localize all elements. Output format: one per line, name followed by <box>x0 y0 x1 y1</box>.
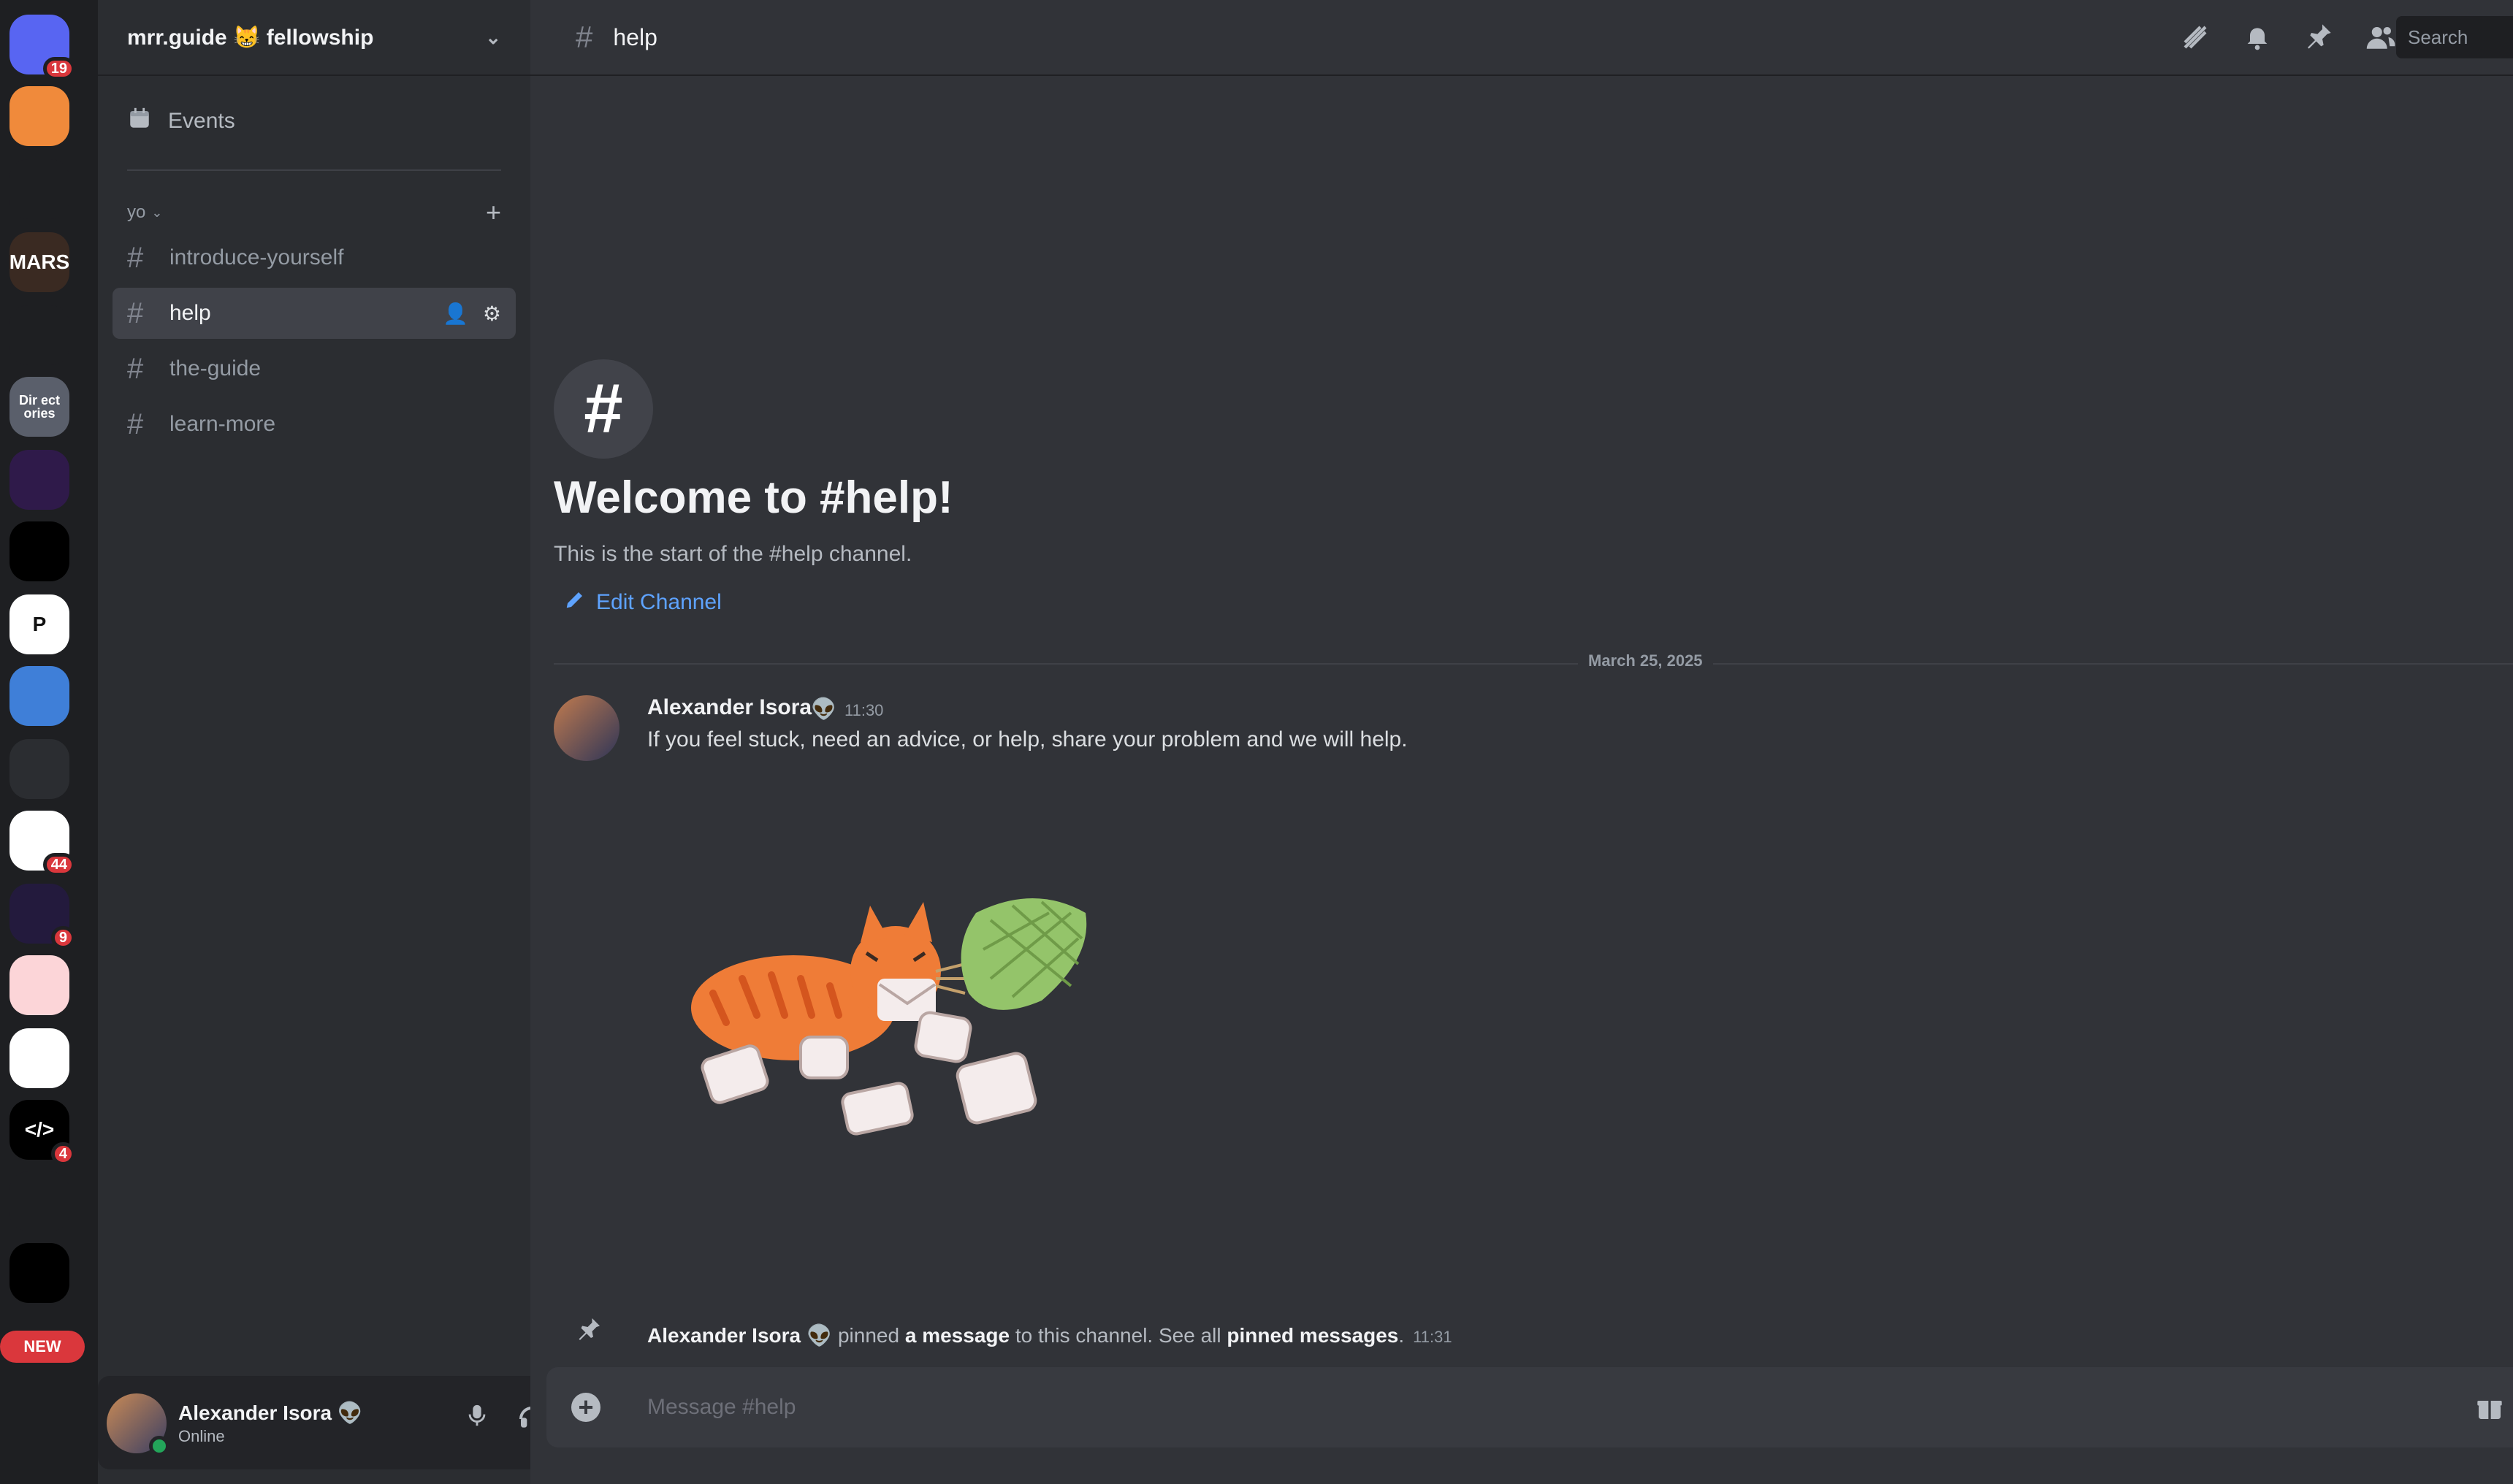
user-status: Online <box>178 1427 225 1445</box>
header-toolbar <box>2180 22 2396 60</box>
server-play-icon[interactable] <box>9 739 69 799</box>
hash-icon: # <box>127 408 144 440</box>
unread-badge: 9 <box>50 926 75 949</box>
server-lightning-icon[interactable] <box>9 305 69 365</box>
hash-icon: # <box>127 241 144 274</box>
server-mars-icon[interactable]: MARS <box>9 232 69 292</box>
date-divider-line <box>554 663 2513 665</box>
channel-label: learn-more <box>169 412 276 436</box>
channel-title: help <box>613 23 657 50</box>
search-input[interactable]: Search <box>2396 16 2513 58</box>
server-sail-icon[interactable]: 44 <box>9 811 75 876</box>
unread-badge: 44 <box>42 853 75 876</box>
channel-the-guide[interactable]: # the-guide <box>113 343 516 394</box>
server-code-icon[interactable]: </> 4 <box>9 1100 75 1166</box>
server-rocket-icon[interactable] <box>9 159 69 219</box>
channel-label: help <box>169 301 211 325</box>
edit-channel-label: Edit Channel <box>596 590 722 614</box>
server-p-logo-icon[interactable]: P <box>9 594 69 654</box>
pinned-message-link[interactable]: a message <box>905 1324 1010 1347</box>
directories-icon: Dir ect ories <box>18 393 61 421</box>
mars-icon: MARS <box>9 250 70 273</box>
code-icon: </> <box>24 1118 55 1141</box>
date-divider-label: March 25, 2025 <box>1578 651 1713 670</box>
server-directories-icon[interactable]: Dir ect ories <box>9 377 69 437</box>
welcome-title: Welcome to #help! <box>554 473 953 523</box>
server-cat-face-icon[interactable] <box>9 86 69 146</box>
pencil-icon <box>564 589 586 616</box>
channel-settings-icon[interactable]: ⚙ <box>483 302 501 326</box>
message-author[interactable]: Alexander Isora <box>647 695 812 720</box>
search-placeholder: Search <box>2408 26 2468 48</box>
gift-icon[interactable] <box>2475 1393 2504 1430</box>
channel-label: introduce-yourself <box>169 245 344 269</box>
new-badge[interactable]: NEW <box>0 1331 85 1363</box>
pinned-messages-link[interactable]: pinned messages <box>1227 1324 1398 1347</box>
guild-name: mrr.guide 😸 fellowship <box>127 25 374 50</box>
pin-icon[interactable] <box>2304 22 2333 60</box>
online-status-icon <box>149 1436 169 1456</box>
hash-icon: # <box>127 297 144 329</box>
system-text-3: . <box>1398 1324 1405 1347</box>
calendar-icon <box>127 106 152 137</box>
events-link[interactable]: Events <box>127 102 235 140</box>
server-discord-logo-icon[interactable]: 19 <box>9 15 75 80</box>
channel-header: # help Search <box>530 0 2513 76</box>
user-name: Alexander Isora 👽 <box>178 1401 363 1424</box>
channel-help[interactable]: # help 👤 ⚙ <box>113 288 516 339</box>
notification-bell-icon[interactable] <box>2243 22 2272 60</box>
p-logo-icon: P <box>32 613 47 635</box>
category-name: yo <box>127 202 146 222</box>
message-composer: + <box>546 1367 2513 1447</box>
channel-label: the-guide <box>169 356 262 380</box>
threads-icon[interactable] <box>2180 22 2211 60</box>
server-game-icon[interactable] <box>9 666 69 726</box>
server-rail: 19 MARS Dir ect ories P 44 9 </> 4 NEW <box>0 0 98 1484</box>
channel-introduce-yourself[interactable]: # introduce-yourself <box>113 232 516 283</box>
channel-hash-avatar: # <box>554 359 653 459</box>
system-text-1: pinned <box>837 1324 900 1347</box>
message-timestamp[interactable]: 11:30 <box>844 701 883 720</box>
server-triangle-icon[interactable] <box>9 1171 69 1231</box>
chat-main: # help Search # Welcome to #help! This i… <box>530 0 2513 1484</box>
cat-mail-sticker[interactable] <box>647 796 1115 1161</box>
unread-badge: 4 <box>50 1142 75 1166</box>
alien-emoji-icon: 👽 <box>806 1324 832 1347</box>
channel-learn-more[interactable]: # learn-more <box>113 399 516 450</box>
message-author-avatar[interactable] <box>554 695 619 761</box>
server-pill-icon[interactable] <box>9 955 69 1015</box>
chevron-down-icon: ⌄ <box>485 26 501 48</box>
microphone-icon[interactable] <box>465 1401 489 1437</box>
events-label: Events <box>168 109 235 133</box>
welcome-subtitle: This is the start of the #help channel. <box>554 542 912 566</box>
chevron-down-icon: ⌄ <box>151 204 163 220</box>
server-flower-icon[interactable] <box>9 450 69 510</box>
create-channel-plus-icon[interactable]: + <box>486 197 501 228</box>
system-timestamp[interactable]: 11:31 <box>1413 1328 1452 1347</box>
pinned-system-message: Alexander Isora 👽 pinned a message to th… <box>576 1316 1452 1348</box>
unread-badge: 19 <box>42 57 75 80</box>
edit-channel-link[interactable]: Edit Channel <box>564 589 722 616</box>
server-board-icon[interactable] <box>9 1028 69 1088</box>
server-ring-icon[interactable] <box>9 1243 69 1303</box>
hash-icon: # <box>127 352 144 385</box>
server-pixel-icon[interactable]: 9 <box>9 884 75 949</box>
channel-category[interactable]: yo ⌄ + <box>127 197 501 228</box>
sidebar-divider <box>127 169 501 171</box>
message-text: If you feel stuck, need an advice, or he… <box>647 727 1408 751</box>
channel-sidebar: mrr.guide 😸 fellowship ⌄ Events yo ⌄ + #… <box>98 0 628 1484</box>
pin-icon <box>576 1316 647 1348</box>
channel-tools: 👤 ⚙ <box>443 302 501 326</box>
message-input[interactable] <box>646 1394 1671 1420</box>
guild-header[interactable]: mrr.guide 😸 fellowship ⌄ <box>98 0 530 76</box>
invite-icon[interactable]: 👤 <box>443 302 468 326</box>
server-star-icon[interactable] <box>9 521 69 581</box>
add-attachment-icon[interactable]: + <box>571 1392 600 1422</box>
member-list-icon[interactable] <box>2365 22 2396 60</box>
system-text-2: to this channel. See all <box>1015 1324 1221 1347</box>
alien-emoji-icon: 👽 <box>811 697 836 720</box>
system-author[interactable]: Alexander Isora <box>647 1324 801 1347</box>
hash-icon: # <box>576 20 593 54</box>
discord-app: 19 MARS Dir ect ories P 44 9 </> 4 NEW mrr.guide… <box>0 0 2513 1484</box>
